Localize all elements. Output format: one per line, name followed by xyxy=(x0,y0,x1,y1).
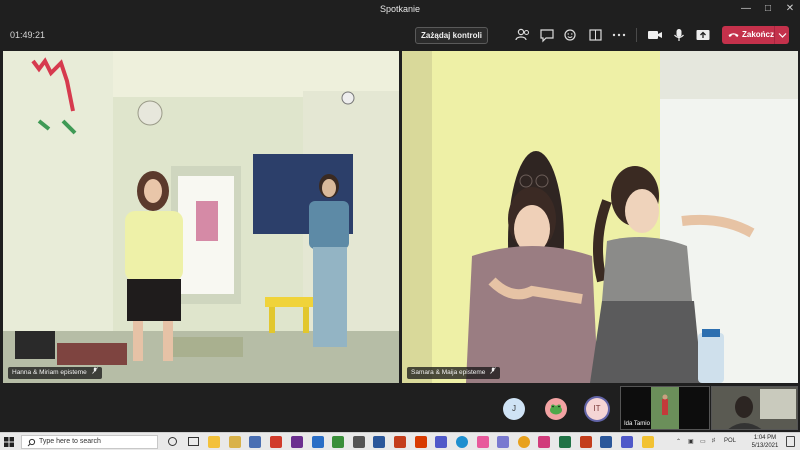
chevron-down-icon xyxy=(778,33,787,38)
participants-icon[interactable] xyxy=(514,27,532,43)
video-feed xyxy=(712,387,797,429)
frog-icon xyxy=(550,404,562,415)
taskbar-clock[interactable]: 1:04 PM 5/13/2021 xyxy=(748,434,782,450)
acrobat-icon[interactable] xyxy=(270,436,282,448)
more-options-icon[interactable] xyxy=(610,27,628,43)
microphone-muted-icon xyxy=(490,367,497,374)
app-icon[interactable] xyxy=(291,436,303,448)
display-icon[interactable]: ▭ xyxy=(700,438,706,445)
chrome-icon[interactable] xyxy=(518,436,530,448)
chat-icon[interactable] xyxy=(538,27,556,43)
app-icon[interactable] xyxy=(642,436,654,448)
end-call-button[interactable]: Zakończ xyxy=(722,26,789,44)
end-call-options[interactable] xyxy=(774,26,789,44)
search-icon xyxy=(27,438,36,447)
app-icon[interactable] xyxy=(538,436,550,448)
teams-active-icon[interactable] xyxy=(621,436,633,448)
clock-time: 1:04 PM xyxy=(753,435,777,441)
reactions-icon[interactable] xyxy=(562,27,580,43)
close-icon[interactable]: ✕ xyxy=(782,2,798,16)
file-explorer-icon[interactable] xyxy=(208,436,220,448)
participant-name-label: Hanna & Miriam episteme xyxy=(8,367,102,379)
maximize-icon[interactable]: □ xyxy=(760,2,776,16)
camera-icon[interactable] xyxy=(646,27,664,43)
notifications-icon[interactable] xyxy=(786,436,795,447)
store-icon[interactable] xyxy=(353,436,365,448)
participant-video-thumbnail[interactable]: Ida Tamio xyxy=(620,386,710,430)
task-view-icon[interactable] xyxy=(188,437,199,446)
request-control-button[interactable]: Zażądaj kontroli xyxy=(415,27,488,44)
video-feed xyxy=(402,51,798,383)
word-icon[interactable] xyxy=(373,436,385,448)
microphone-muted-icon xyxy=(91,367,98,374)
video-tile-hanna-miriam[interactable]: Hanna & Miriam episteme xyxy=(3,51,399,383)
video-feed xyxy=(3,51,399,383)
excel-icon[interactable] xyxy=(559,436,571,448)
window-title: Spotkanie xyxy=(379,4,421,14)
app-icon[interactable] xyxy=(249,436,261,448)
network-icon[interactable]: ▣ xyxy=(688,438,694,445)
app-icon[interactable] xyxy=(477,436,489,448)
microphone-icon[interactable] xyxy=(670,27,688,43)
teams-meeting-window: Spotkanie — □ ✕ 01:49:21 Zażądaj kontrol… xyxy=(0,0,800,450)
volume-icon[interactable]: ♯ xyxy=(712,438,715,444)
powerpoint-icon[interactable] xyxy=(415,436,427,448)
search-placeholder: Type here to search xyxy=(39,438,101,445)
word-icon[interactable] xyxy=(600,436,612,448)
app-icon[interactable] xyxy=(497,436,509,448)
clock-date: 5/13/2021 xyxy=(751,443,779,449)
end-call-label: Zakończ xyxy=(742,30,775,39)
cortana-icon[interactable] xyxy=(168,437,177,446)
edge-icon[interactable] xyxy=(456,436,468,448)
tray-chevron-icon[interactable]: ⌃ xyxy=(676,438,681,445)
title-bar: Spotkanie — □ ✕ xyxy=(0,0,800,20)
self-view-thumbnail[interactable] xyxy=(711,386,798,430)
call-timer: 01:49:21 xyxy=(10,30,46,40)
app-icon[interactable] xyxy=(580,436,592,448)
taskbar-search-input[interactable]: Type here to search xyxy=(21,435,158,449)
folder-icon[interactable] xyxy=(229,436,241,448)
participant-name: Hanna & Miriam episteme xyxy=(12,369,87,376)
participant-avatar-active-speaker[interactable]: IT xyxy=(586,398,608,420)
participant-avatar[interactable] xyxy=(545,398,567,420)
office-icon[interactable] xyxy=(394,436,406,448)
toolbar-divider xyxy=(636,28,637,42)
thumbnail-name: Ida Tamio xyxy=(624,421,650,427)
participant-avatar[interactable]: J xyxy=(503,398,525,420)
video-tile-samara-maija[interactable]: Samara & Maija episteme xyxy=(402,51,798,383)
teams-icon[interactable] xyxy=(435,436,447,448)
windows-start-icon[interactable] xyxy=(4,437,14,447)
share-screen-icon[interactable] xyxy=(694,27,712,43)
participant-name-label: Samara & Maija episteme xyxy=(407,367,501,379)
windows-taskbar: Type here to search ⌃ ▣ ▭ ♯ POL 1:04 PM xyxy=(0,432,800,450)
phone-hangup-icon xyxy=(728,33,739,37)
mail-icon[interactable] xyxy=(312,436,324,448)
participant-strip: J IT Ida Tamio xyxy=(0,384,800,432)
participant-name: Samara & Maija episteme xyxy=(411,369,486,376)
app-icon[interactable] xyxy=(332,436,344,448)
minimize-icon[interactable]: — xyxy=(738,2,754,16)
rooms-icon[interactable] xyxy=(587,27,605,43)
meeting-toolbar: 01:49:21 Zażądaj kontroli Zakończ xyxy=(0,20,800,50)
language-indicator[interactable]: POL xyxy=(724,438,736,444)
